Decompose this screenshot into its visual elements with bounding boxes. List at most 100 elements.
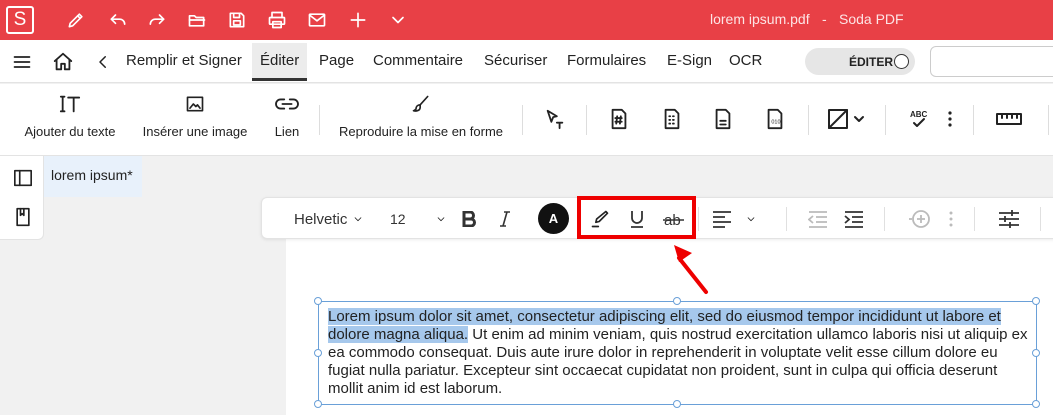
- document-tab[interactable]: lorem ipsum*: [44, 156, 142, 197]
- format-separator: [786, 207, 787, 231]
- page-number-icon[interactable]: [606, 106, 632, 132]
- redact-dropdown-icon[interactable]: [827, 106, 867, 132]
- text-box-content[interactable]: Lorem ipsum dolor sit amet, consectetur …: [328, 308, 1033, 398]
- adjust-settings-button[interactable]: [998, 207, 1020, 231]
- menu-formulaires[interactable]: Formulaires: [567, 52, 646, 69]
- svg-text:ABC: ABC: [910, 110, 928, 119]
- text-box[interactable]: Lorem ipsum dolor sit amet, consectetur …: [314, 297, 1040, 408]
- redo-icon[interactable]: [143, 6, 171, 34]
- select-text-icon[interactable]: [542, 106, 568, 132]
- left-sidebar: [0, 156, 44, 240]
- chevron-down-icon: [355, 217, 362, 222]
- resize-handle[interactable]: [673, 297, 681, 305]
- title-separator: -: [822, 11, 827, 27]
- resize-handle[interactable]: [314, 400, 322, 408]
- file-name: lorem ipsum.pdf: [710, 11, 810, 27]
- plus-icon[interactable]: [344, 6, 372, 34]
- add-link-button[interactable]: [906, 207, 932, 231]
- edit-mode-toggle[interactable]: ÉDITER: [805, 48, 915, 75]
- bold-icon: [462, 211, 476, 227]
- panel-toggle-icon[interactable]: [12, 167, 34, 189]
- decrease-indent-button[interactable]: [808, 207, 828, 231]
- italic-button[interactable]: [499, 207, 511, 231]
- bold-button[interactable]: [462, 207, 476, 231]
- menu-commentaire[interactable]: Commentaire: [373, 52, 463, 69]
- undo-icon[interactable]: [104, 6, 132, 34]
- app-name: Soda PDF: [839, 11, 904, 27]
- chevron-down-icon: [437, 217, 444, 222]
- format-painter-label: Reproduire la mise en forme: [338, 124, 504, 139]
- ribbon-separator: [1048, 105, 1049, 135]
- hamburger-menu-icon[interactable]: [12, 52, 32, 72]
- back-chevron-icon[interactable]: [94, 52, 112, 72]
- resize-handle[interactable]: [1032, 400, 1040, 408]
- ribbon-separator: [522, 105, 523, 135]
- resize-handle[interactable]: [1032, 297, 1040, 305]
- align-dropdown[interactable]: [712, 207, 756, 231]
- indent-icon: [844, 211, 863, 228]
- edit-ribbon: Ajouter du texte Insérer une image Lien …: [0, 84, 1053, 156]
- resize-handle[interactable]: [314, 349, 322, 357]
- menu-securiser[interactable]: Sécuriser: [484, 52, 547, 69]
- annotation-highlight-box: [577, 196, 696, 239]
- ribbon-separator: [586, 105, 587, 135]
- open-folder-icon[interactable]: [183, 6, 211, 34]
- search-input[interactable]: [930, 46, 1053, 77]
- menu-esign[interactable]: E-Sign: [667, 52, 712, 69]
- pen-icon[interactable]: [62, 6, 90, 34]
- more-options-icon[interactable]: [943, 106, 957, 132]
- outdent-icon: [808, 211, 827, 228]
- link-tool[interactable]: Lien: [272, 84, 302, 156]
- bates-numbering-icon[interactable]: 010: [762, 106, 788, 132]
- text-cursor-icon: [59, 84, 81, 124]
- menu-editer[interactable]: Éditer: [252, 43, 308, 81]
- resize-handle[interactable]: [1032, 349, 1040, 357]
- document-icon[interactable]: [710, 106, 736, 132]
- font-size-select[interactable]: 12: [390, 207, 446, 231]
- ribbon-separator: [319, 105, 320, 135]
- format-separator: [698, 207, 699, 231]
- menu-remplir-signer[interactable]: Remplir et Signer: [126, 52, 242, 69]
- text-color-button[interactable]: A: [538, 203, 569, 234]
- image-icon: [185, 84, 205, 124]
- document-tab-label: lorem ipsum: [51, 167, 128, 183]
- font-family-select[interactable]: Helvetic: [294, 207, 363, 231]
- bookmark-icon[interactable]: [12, 206, 34, 228]
- add-circle-icon: [909, 210, 930, 228]
- header-footer-icon[interactable]: [659, 106, 685, 132]
- ribbon-separator: [885, 105, 886, 135]
- increase-indent-button[interactable]: [844, 207, 864, 231]
- menu-page[interactable]: Page: [319, 52, 354, 69]
- italic-icon: [500, 211, 510, 227]
- spellcheck-icon[interactable]: ABC: [907, 106, 933, 132]
- mail-icon[interactable]: [303, 6, 331, 34]
- print-icon[interactable]: [263, 6, 291, 34]
- save-icon[interactable]: [223, 6, 251, 34]
- resize-handle[interactable]: [673, 400, 681, 408]
- insert-image-tool[interactable]: Insérer une image: [143, 84, 247, 156]
- sliders-icon: [999, 210, 1019, 228]
- format-separator: [974, 207, 975, 231]
- ribbon-separator: [973, 105, 974, 135]
- home-icon[interactable]: [52, 51, 74, 73]
- format-more-icon[interactable]: [948, 207, 954, 231]
- ruler-icon[interactable]: [996, 106, 1022, 132]
- title-bar: S lorem ipsum.pdf - Soda PDF: [0, 0, 1053, 40]
- insert-image-label: Insérer une image: [142, 124, 248, 139]
- font-family-value: Helvetic: [294, 210, 348, 228]
- format-separator: [884, 207, 885, 231]
- svg-text:010: 010: [771, 120, 780, 126]
- link-label: Lien: [274, 124, 300, 139]
- app-logo[interactable]: S: [6, 6, 34, 34]
- paintbrush-icon: [411, 84, 431, 124]
- unsaved-indicator: *: [127, 167, 133, 183]
- add-text-label: Ajouter du texte: [24, 124, 116, 139]
- font-size-value: 12: [390, 211, 406, 227]
- resize-handle[interactable]: [314, 297, 322, 305]
- add-text-tool[interactable]: Ajouter du texte: [24, 84, 116, 156]
- edit-toggle-label: ÉDITER: [849, 55, 894, 69]
- menu-ocr[interactable]: OCR: [729, 52, 762, 69]
- chevron-down-icon[interactable]: [384, 6, 412, 34]
- format-painter-tool[interactable]: Reproduire la mise en forme: [338, 84, 504, 156]
- toggle-knob: [894, 54, 909, 69]
